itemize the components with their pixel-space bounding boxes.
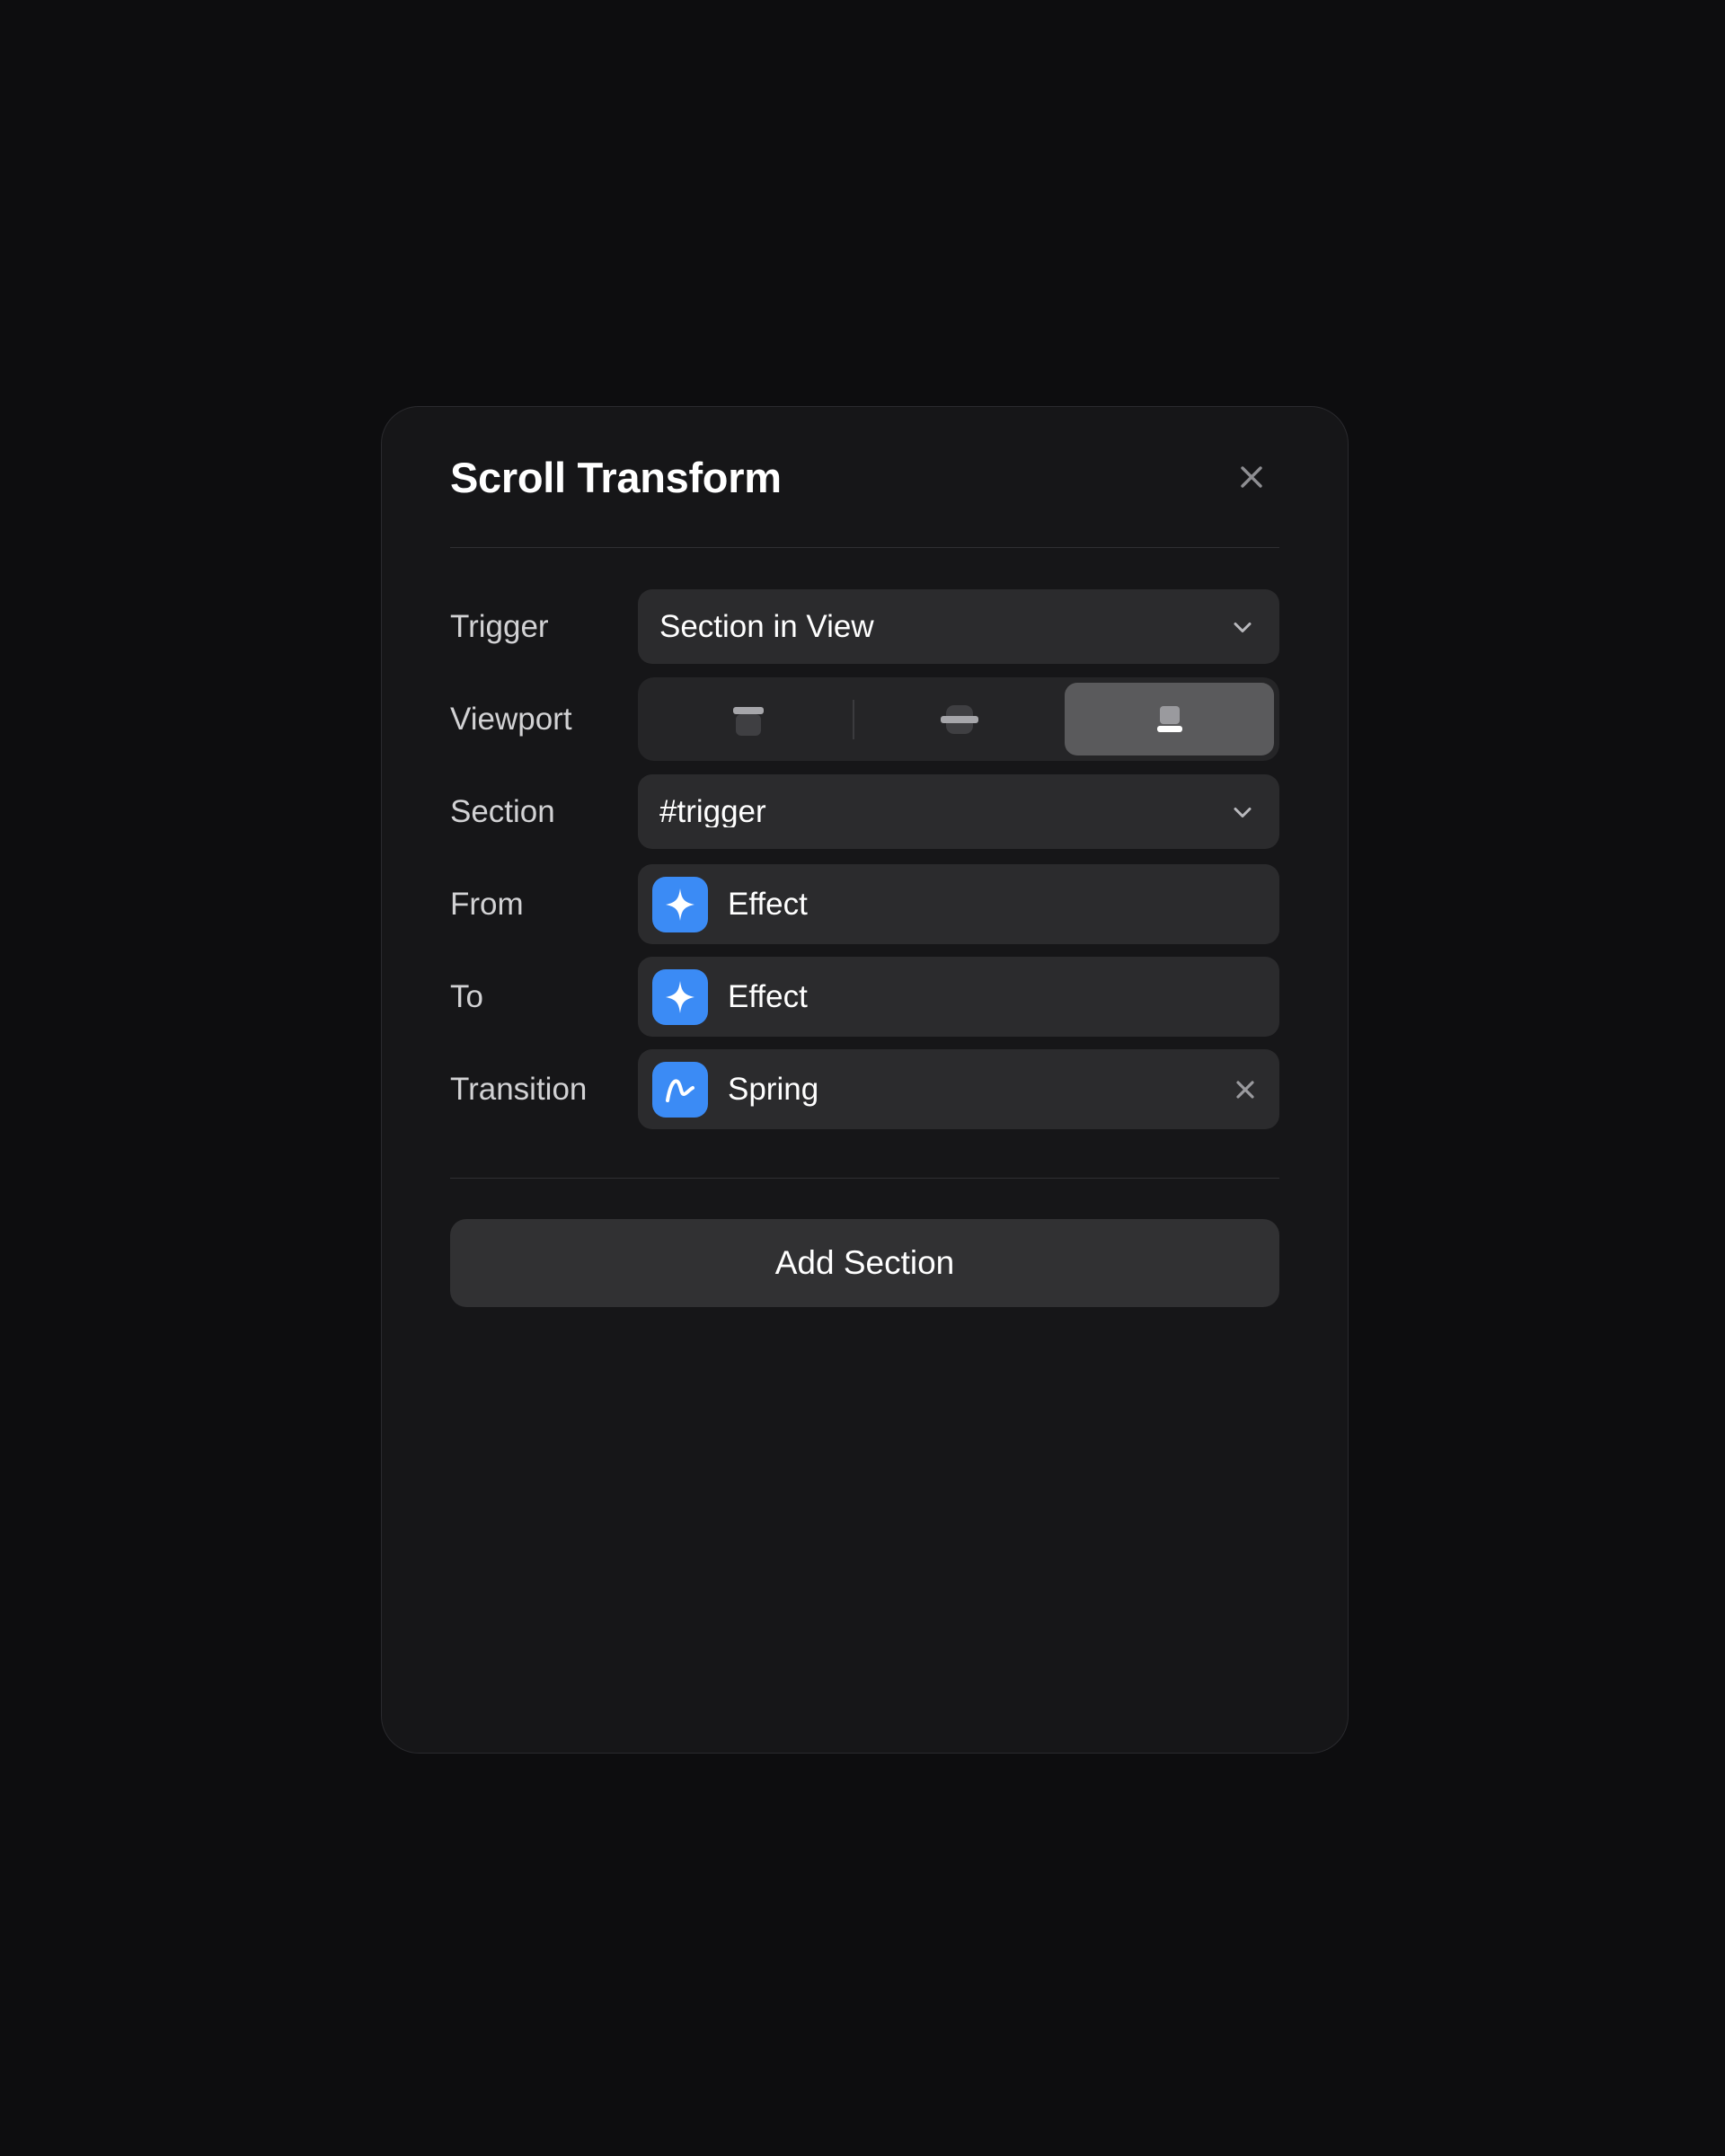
close-panel-button[interactable] — [1224, 449, 1279, 505]
from-control: Effect — [638, 858, 1279, 950]
row-transition: Transition Spring — [450, 1043, 1279, 1135]
close-icon — [1236, 1080, 1254, 1099]
viewport-option-tablet[interactable] — [854, 683, 1064, 755]
from-effect-field[interactable]: Effect — [638, 864, 1279, 944]
transition-label: Transition — [450, 1072, 588, 1107]
tablet-icon — [940, 704, 978, 734]
transition-field[interactable]: Spring — [638, 1049, 1279, 1129]
viewport-label: Viewport — [450, 702, 572, 737]
transition-control: Spring — [638, 1043, 1279, 1135]
trigger-select[interactable]: Section in View — [638, 589, 1279, 664]
desktop-icon — [732, 706, 764, 736]
transition-value: Spring — [728, 1072, 819, 1107]
from-value: Effect — [728, 887, 808, 922]
panel-header: Scroll Transform — [450, 407, 1279, 547]
sparkle-icon — [652, 876, 708, 932]
section-label: Section — [450, 794, 555, 829]
viewport-option-mobile[interactable] — [1064, 683, 1274, 755]
viewport-control — [638, 673, 1279, 765]
section-control: #trigger — [638, 765, 1279, 858]
trigger-value: Section in View — [659, 611, 874, 642]
transition-clear-button[interactable] — [1225, 1070, 1265, 1109]
row-viewport: Viewport — [450, 673, 1279, 765]
page-title: Scroll Transform — [450, 453, 782, 501]
row-from: From Effect — [450, 858, 1279, 950]
to-label: To — [450, 979, 483, 1014]
row-trigger: Trigger Section in View — [450, 580, 1279, 673]
settings-rows: Trigger Section in View Viewport Section… — [450, 548, 1279, 1135]
viewport-option-desktop[interactable] — [643, 683, 853, 755]
row-section: Section #trigger — [450, 765, 1279, 858]
footer-divider — [450, 1178, 1279, 1179]
mobile-icon — [1157, 705, 1183, 732]
chevron-down-icon — [1227, 797, 1258, 827]
chevron-down-icon — [1227, 612, 1258, 642]
section-value: #trigger — [659, 796, 766, 827]
to-effect-field[interactable]: Effect — [638, 957, 1279, 1037]
viewport-segmented-control — [638, 677, 1279, 761]
add-section-button[interactable]: Add Section — [450, 1219, 1279, 1307]
from-label: From — [450, 887, 524, 922]
scroll-transform-panel: Scroll Transform Trigger Section in View — [381, 406, 1349, 1754]
to-value: Effect — [728, 979, 808, 1014]
close-icon — [1241, 466, 1262, 488]
trigger-label: Trigger — [450, 609, 549, 644]
app-root: Scroll Transform Trigger Section in View — [0, 0, 1725, 2156]
trigger-control: Section in View — [638, 580, 1279, 673]
row-to: To Effect — [450, 950, 1279, 1043]
section-select[interactable]: #trigger — [638, 774, 1279, 849]
sparkle-icon — [652, 968, 708, 1025]
to-control: Effect — [638, 950, 1279, 1043]
spring-curve-icon — [652, 1061, 708, 1118]
